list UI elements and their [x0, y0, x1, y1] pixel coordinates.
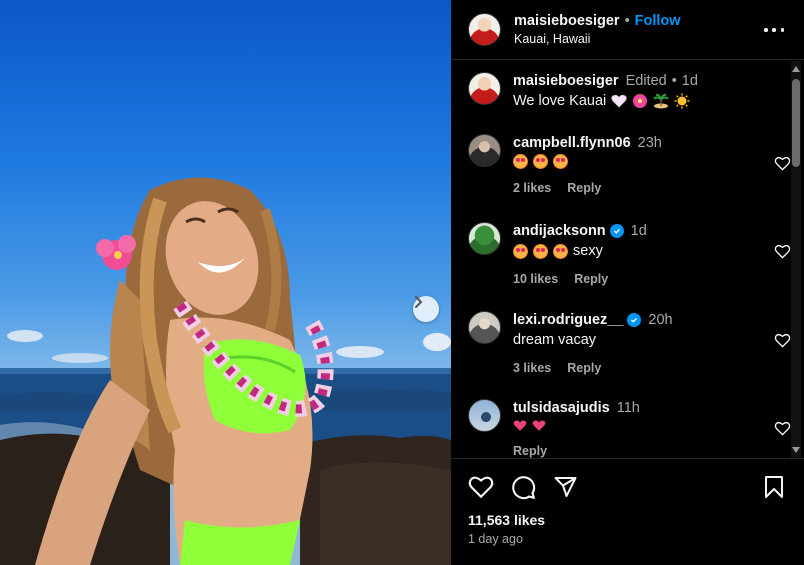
post-header: maisieboesiger • Follow Kauai, Hawaii	[451, 0, 804, 60]
red-heart-emoji	[513, 420, 527, 431]
caption-text-row: We love Kauai	[513, 92, 698, 110]
commenter-avatar[interactable]	[468, 399, 501, 432]
caption-avatar[interactable]	[468, 72, 501, 105]
comment-item: campbell.flynn06 23h 2 likes Reply	[468, 134, 791, 195]
scrollbar-thumb[interactable]	[792, 79, 800, 167]
post-photo[interactable]	[0, 0, 451, 565]
heart-icon[interactable]	[468, 475, 494, 499]
comment-body: dream vacay	[513, 332, 597, 348]
bookmark-icon[interactable]	[764, 475, 784, 499]
comment-likes[interactable]: 10 likes	[513, 272, 558, 286]
post-actions: 11,563 likes 1 day ago	[451, 458, 804, 565]
follow-button[interactable]: Follow	[635, 13, 681, 29]
white-heart-emoji	[611, 94, 627, 108]
heart-icon[interactable]	[774, 421, 791, 436]
comment-time[interactable]: 23h	[638, 134, 662, 152]
heart-eyes-emoji	[513, 243, 528, 259]
scroll-down-arrow-icon[interactable]	[792, 447, 800, 453]
comment-body: sexy	[573, 243, 603, 259]
post-timestamp[interactable]: 1 day ago	[468, 532, 523, 546]
separator-dot: •	[624, 13, 630, 29]
heart-eyes-emoji	[553, 243, 568, 259]
heart-icon[interactable]	[774, 333, 791, 348]
sun-emoji	[674, 93, 690, 109]
photo-scene	[0, 177, 451, 565]
share-icon[interactable]	[553, 475, 578, 499]
reply-button[interactable]: Reply	[574, 272, 608, 286]
hibiscus-emoji	[633, 94, 648, 108]
verified-badge-icon	[609, 224, 624, 238]
commenter-username[interactable]: tulsidasajudis	[513, 399, 610, 417]
commenter-username[interactable]: campbell.flynn06	[513, 134, 631, 152]
likes-count[interactable]: 11,563 likes	[468, 512, 545, 528]
separator-dot: •	[671, 73, 677, 89]
commenter-avatar[interactable]	[468, 311, 501, 344]
comment-item: lexi.rodriguez__ 20h dream vacay 3 likes…	[468, 311, 791, 375]
author-username[interactable]: maisieboesiger	[514, 13, 620, 29]
heart-eyes-emoji	[533, 154, 548, 169]
more-options-icon[interactable]	[764, 22, 784, 38]
desert-island-emoji	[653, 93, 670, 109]
heart-icon[interactable]	[774, 156, 791, 171]
reply-button[interactable]: Reply	[567, 181, 601, 195]
heart-eyes-emoji	[513, 154, 528, 169]
caption-time[interactable]: 1d	[682, 72, 698, 90]
comment-likes[interactable]: 3 likes	[513, 361, 551, 375]
post-detail-panel: maisieboesiger • Follow Kauai, Hawaii ma…	[451, 0, 804, 565]
comment-text	[513, 154, 778, 169]
reply-button[interactable]: Reply	[513, 444, 547, 458]
comments-scrollbar[interactable]	[791, 61, 801, 458]
comments-list: maisieboesiger Edited • 1d We love Kauai	[451, 61, 804, 458]
comment-icon[interactable]	[511, 475, 536, 500]
caption-username[interactable]: maisieboesiger	[513, 72, 619, 90]
comment-text: dream vacay	[513, 331, 778, 349]
commenter-username[interactable]: andijacksonn	[513, 222, 606, 240]
comment-item: tulsidasajudis 11h Reply	[468, 399, 791, 458]
comment-text	[513, 419, 778, 432]
comment-item: andijacksonn 1d sexy 10 likes Reply	[468, 222, 791, 286]
scroll-up-arrow-icon[interactable]	[792, 66, 800, 72]
comment-likes[interactable]: 2 likes	[513, 181, 551, 195]
commenter-avatar[interactable]	[468, 134, 501, 167]
heart-eyes-emoji	[533, 243, 548, 259]
next-photo-button[interactable]	[413, 296, 439, 322]
verified-badge-icon	[627, 313, 642, 327]
heart-icon[interactable]	[774, 244, 791, 259]
comment-time[interactable]: 1d	[631, 222, 647, 240]
comment-time[interactable]: 11h	[617, 399, 640, 417]
comment-text: sexy	[513, 242, 778, 260]
edited-label: Edited	[625, 73, 667, 89]
red-heart-emoji	[532, 420, 546, 431]
chevron-right-icon	[415, 296, 422, 308]
commenter-avatar[interactable]	[468, 222, 501, 255]
reply-button[interactable]: Reply	[567, 361, 601, 375]
post-caption: maisieboesiger Edited • 1d We love Kauai	[468, 72, 698, 110]
heart-eyes-emoji	[553, 154, 568, 169]
caption-text: We love Kauai	[513, 93, 607, 109]
post-location[interactable]: Kauai, Hawaii	[514, 32, 681, 46]
author-avatar[interactable]	[468, 13, 501, 46]
commenter-username[interactable]: lexi.rodriguez__	[513, 311, 623, 329]
comment-time[interactable]: 20h	[648, 311, 672, 329]
